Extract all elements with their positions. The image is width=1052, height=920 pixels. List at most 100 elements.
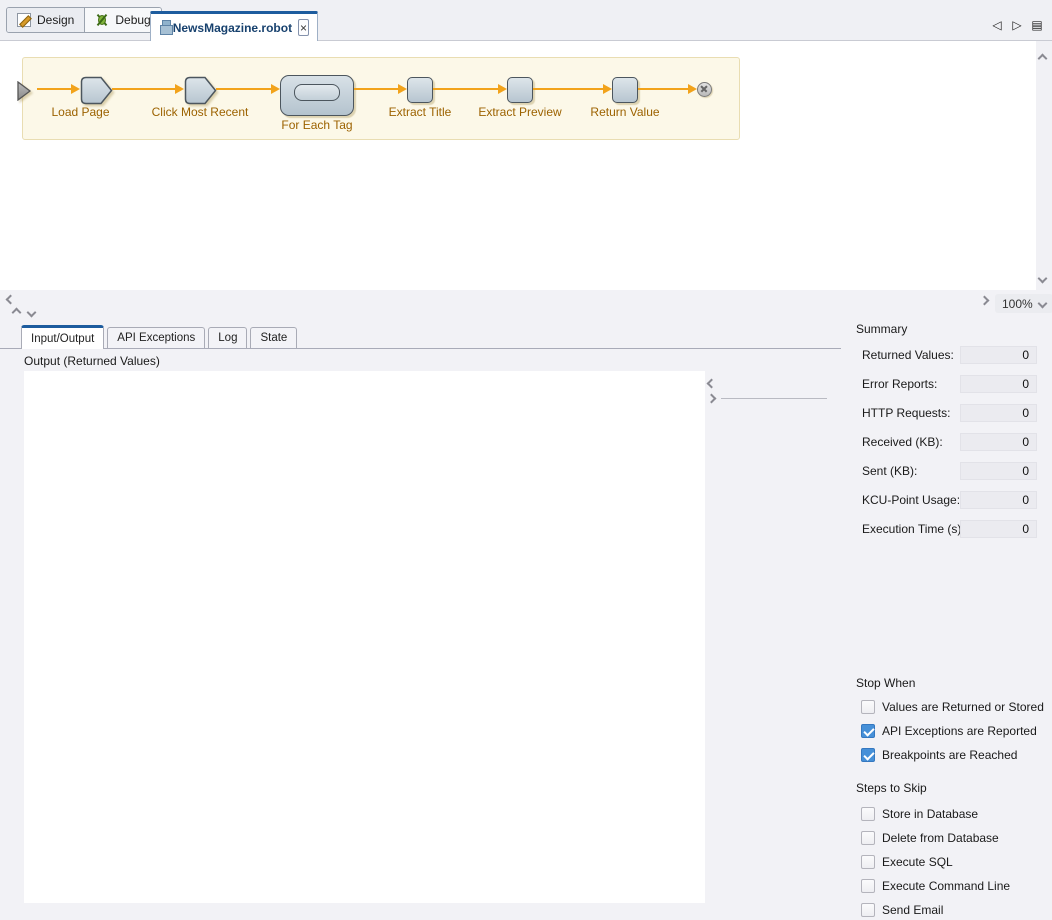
checkbox-execute-sql[interactable]: Execute SQL [861, 854, 953, 869]
field-value: 0 [960, 433, 1037, 451]
panel-splitter-handle[interactable] [721, 398, 827, 399]
step-label: Extract Title [372, 105, 468, 119]
robot-icon [159, 20, 167, 35]
zoom-value: 100% [1002, 297, 1033, 311]
flow-arrow [638, 88, 688, 90]
step-label: Extract Preview [460, 105, 580, 119]
canvas-scrollbar[interactable] [1036, 41, 1052, 290]
summary-row: Returned Values: 0 [856, 346, 1037, 364]
debug-mode-label: Debug [115, 13, 150, 27]
checkbox-label: Send Email [882, 903, 943, 917]
checkbox-label: Delete from Database [882, 831, 999, 845]
collapse-up-icon[interactable] [12, 308, 22, 318]
checkbox[interactable] [861, 724, 875, 738]
summary-row: Execution Time (s): 0 [856, 520, 1037, 538]
field-value: 0 [960, 375, 1037, 393]
checkbox-delete-from-database[interactable]: Delete from Database [861, 830, 999, 845]
tab-list-icon[interactable]: ▤ [1030, 18, 1044, 32]
flow-arrow [216, 88, 271, 90]
checkbox[interactable] [861, 855, 875, 869]
summary-row: Received (KB): 0 [856, 433, 1037, 451]
step-label: Return Value [577, 105, 673, 119]
step-extract-preview[interactable] [507, 77, 533, 103]
summary-row: HTTP Requests: 0 [856, 404, 1037, 422]
panel-tabs: Input/Output API Exceptions Log State [21, 325, 297, 349]
scroll-left-icon[interactable] [6, 295, 16, 305]
steps-to-skip-title: Steps to Skip [856, 781, 927, 795]
prev-tab-icon[interactable]: ◁ [990, 18, 1004, 32]
checkbox-label: Execute Command Line [882, 879, 1010, 893]
tab-navigation: ◁ ▷ ▤ [990, 18, 1044, 32]
checkbox-values-returned[interactable]: Values are Returned or Stored [861, 699, 1044, 714]
checkbox-api-exceptions[interactable]: API Exceptions are Reported [861, 723, 1037, 738]
document-tab[interactable]: NewsMagazine.robot × [150, 11, 318, 41]
field-label: Sent (KB): [862, 462, 917, 480]
field-value: 0 [960, 462, 1037, 480]
tab-log[interactable]: Log [208, 327, 247, 348]
scroll-right-icon[interactable] [980, 296, 990, 306]
panel-collapse-left-icon[interactable] [707, 379, 717, 389]
zoom-control[interactable]: 100% [995, 294, 1052, 313]
checkbox-label: Values are Returned or Stored [882, 700, 1044, 714]
checkbox[interactable] [861, 807, 875, 821]
checkbox-label: API Exceptions are Reported [882, 724, 1037, 738]
step-click-most-recent[interactable] [184, 76, 217, 105]
field-label: HTTP Requests: [862, 404, 950, 422]
checkbox-label: Breakpoints are Reached [882, 748, 1017, 762]
summary-row: Error Reports: 0 [856, 375, 1037, 393]
field-label: KCU-Point Usage: [862, 491, 960, 509]
step-extract-title[interactable] [407, 77, 433, 103]
summary-row: Sent (KB): 0 [856, 462, 1037, 480]
field-value: 0 [960, 520, 1037, 538]
field-label: Received (KB): [862, 433, 943, 451]
checkbox-store-in-database[interactable]: Store in Database [861, 806, 978, 821]
close-icon[interactable]: × [298, 19, 309, 36]
step-label: Click Most Recent [150, 105, 250, 119]
checkbox-label: Store in Database [882, 807, 978, 821]
workflow-container: Load Page Click Most Recent For Each Tag… [22, 57, 740, 140]
flow-arrow [37, 88, 71, 90]
panel-collapse-right-icon[interactable] [707, 394, 717, 404]
tab-state[interactable]: State [250, 327, 297, 348]
debug-panel: Input/Output API Exceptions Log State Ou… [0, 318, 1052, 920]
flow-arrow [354, 88, 398, 90]
field-value: 0 [960, 404, 1037, 422]
checkbox-execute-command-line[interactable]: Execute Command Line [861, 878, 1010, 893]
checkbox[interactable] [861, 700, 875, 714]
step-for-each-tag[interactable] [280, 75, 354, 116]
scroll-down-icon[interactable] [1038, 274, 1048, 284]
checkbox[interactable] [861, 903, 875, 917]
start-node[interactable] [17, 81, 32, 101]
tab-input-output[interactable]: Input/Output [21, 325, 104, 349]
checkbox[interactable] [861, 879, 875, 893]
end-node[interactable] [697, 82, 712, 97]
checkbox-label: Execute SQL [882, 855, 953, 869]
tab-api-exceptions[interactable]: API Exceptions [107, 327, 205, 348]
checkbox-breakpoints[interactable]: Breakpoints are Reached [861, 747, 1017, 762]
step-label: Load Page [43, 105, 118, 119]
pencil-icon [17, 13, 31, 27]
step-load-page[interactable] [80, 76, 113, 105]
stop-when-title: Stop When [856, 676, 915, 690]
output-section-label: Output (Returned Values) [24, 354, 160, 368]
step-return-value[interactable] [612, 77, 638, 103]
app-window: Design Debug ◁ ▷ ▤ NewsMagazine.robot × [0, 0, 1052, 920]
checkbox-send-email[interactable]: Send Email [861, 902, 943, 917]
next-tab-icon[interactable]: ▷ [1010, 18, 1024, 32]
splitter-bar[interactable]: 100% [0, 290, 1052, 318]
loop-inner-shape [294, 84, 340, 101]
scroll-up-icon[interactable] [1038, 54, 1048, 64]
flow-arrow [533, 88, 603, 90]
field-label: Error Reports: [862, 375, 937, 393]
field-value: 0 [960, 346, 1037, 364]
checkbox[interactable] [861, 748, 875, 762]
document-tab-title: NewsMagazine.robot [173, 21, 292, 35]
checkbox[interactable] [861, 831, 875, 845]
bug-icon [95, 13, 109, 27]
field-label: Returned Values: [862, 346, 954, 364]
summary-row: KCU-Point Usage: 0 [856, 491, 1037, 509]
design-mode-button[interactable]: Design [7, 8, 84, 32]
output-table-area[interactable] [24, 371, 705, 903]
robot-canvas[interactable]: Load Page Click Most Recent For Each Tag… [0, 41, 1052, 290]
collapse-down-icon[interactable] [27, 308, 37, 318]
